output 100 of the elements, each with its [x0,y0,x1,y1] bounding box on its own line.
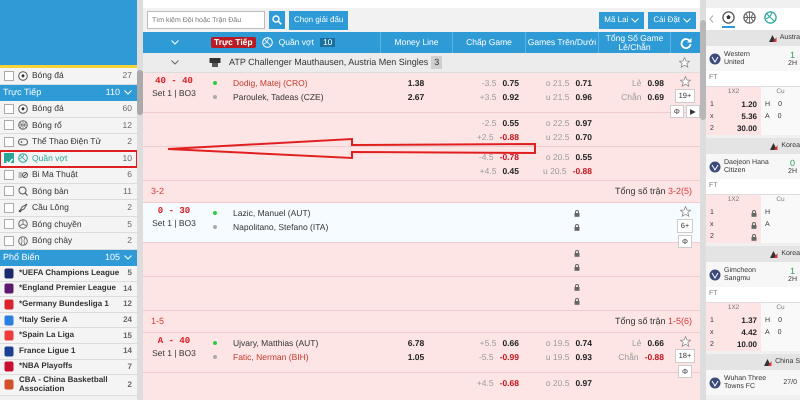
sport-name: Bóng chuyền [32,218,82,231]
sidebar-item[interactable]: Cầu Lông 2 [0,200,137,216]
sidebar-item[interactable]: Thể Thao Điện Tử 2 [0,134,137,150]
odds-value[interactable]: 0.71 [575,76,592,90]
league-item[interactable]: *UEFA Champions League 5 [0,266,137,282]
league-item[interactable]: CBA - China Basketball Association 2 [0,375,137,396]
league-logo-icon [4,330,14,342]
odds-value[interactable]: -0.88 [644,350,664,364]
odds-value[interactable]: 0.69 [647,90,664,104]
handicap-line: -5.5 [478,350,494,364]
odds-value[interactable]: 6.78 [408,336,424,350]
odds-value[interactable]: 0.55 [502,116,519,130]
odds-value[interactable]: -0.99 [500,350,519,364]
checkbox[interactable] [4,120,14,130]
total-line: o 20.5 [546,150,570,164]
sidebar-item[interactable]: Bóng rổ 12 [0,118,137,134]
odds-value[interactable]: 5.36 [741,111,757,123]
star-icon[interactable] [680,336,690,347]
odds-value[interactable]: 1.05 [408,350,424,364]
lock-icon [751,234,757,240]
item-count: 12 [123,298,132,310]
league-logo-icon [4,346,14,357]
league-item[interactable]: *Spain La Liga 15 [0,328,137,344]
odds-value[interactable]: 0.97 [575,116,592,130]
checkbox[interactable] [4,104,14,114]
star-icon[interactable] [680,76,690,87]
odds-value[interactable]: 0.55 [575,150,592,164]
league-item[interactable]: *NBA Playoffs 7 [0,360,137,376]
basketball-icon [743,10,756,24]
odds-value[interactable]: 0.66 [647,336,664,350]
odds-value[interactable]: 1.37 [741,315,757,327]
checkbox[interactable] [4,236,14,246]
player-name: Napolitano, Stefano (ITA) [233,220,328,234]
sidebar-item[interactable]: Quần vợt 10 [0,150,137,167]
chevron-down-icon[interactable] [171,60,179,65]
sidebar-item[interactable]: Bóng chày 2 [0,233,137,250]
odds-value[interactable]: -0.68 [500,376,519,390]
league-item[interactable]: France Ligue 1 14 [0,344,137,360]
odds-value[interactable]: 1.20 [741,99,757,111]
total-line: u 21.5 [546,90,570,104]
checkbox[interactable] [4,186,14,196]
sport-title: Quần vợt [278,38,314,47]
chevron-left-icon[interactable] [709,15,714,23]
refresh-icon[interactable] [680,36,692,48]
odds-value[interactable]: 10.00 [736,339,757,351]
sidebar-item[interactable]: Bóng đá 27 [0,68,137,84]
star-icon[interactable] [680,206,690,217]
odds-value[interactable]: 0.74 [575,336,592,350]
team-logo-icon [709,268,721,280]
sport-tab[interactable] [722,10,735,28]
scrollbar-thumb[interactable] [700,20,706,120]
sport-name: Cầu Lông [32,201,69,214]
odds-value[interactable]: 0.98 [647,76,664,90]
odds-value[interactable]: 0.45 [502,164,519,178]
league-logo-icon [4,268,14,279]
handicap-line: -3.5 [482,76,496,90]
sidebar-item[interactable]: Bóng bàn 11 [0,184,137,200]
odds-value[interactable]: -0.88 [572,164,592,178]
search-button[interactable] [269,11,285,29]
checkbox[interactable] [4,170,14,180]
odds-value[interactable]: 1.38 [408,76,424,90]
sidebar-item[interactable]: Bóng đá 60 [0,101,137,118]
odds-value[interactable]: 0.93 [575,350,592,364]
odds-value[interactable]: -0.78 [500,150,519,164]
odds-value[interactable]: 2.67 [408,90,424,104]
live-score: 0 - 30 [158,206,190,217]
odds-value[interactable]: -0.88 [500,130,519,144]
checkbox[interactable] [4,202,14,213]
item-count: 2 [128,378,132,391]
scrollbar-thumb[interactable] [137,70,143,115]
baseball-icon [18,236,28,246]
column-header: Games Trên/Dưới [528,38,596,47]
column-header: Chấp Game [466,38,512,47]
star-icon[interactable] [679,57,690,68]
checkbox[interactable] [4,153,14,164]
odds-value[interactable]: 4.42 [741,327,757,339]
checkbox[interactable] [4,219,14,230]
odds-value[interactable]: 0.75 [502,76,519,90]
volleyball-icon [18,219,28,230]
set-info: Set 1 | BO3 [152,217,196,230]
item-count: 10 [122,152,132,165]
item-count: 6 [127,168,132,182]
odds-value[interactable]: 0.96 [575,90,592,104]
odds-value[interactable]: 0.92 [502,90,519,104]
league-item[interactable]: *Germany Bundesliga 1 12 [0,297,137,313]
caret-icon[interactable] [631,18,640,22]
tennis-ball-icon [18,153,28,164]
sidebar-item[interactable]: Bi Ma Thuật 6 [0,167,137,184]
sidebar-item[interactable]: Bóng chuyền 5 [0,216,137,233]
odds-value[interactable]: 0.97 [575,376,592,390]
league-item[interactable]: *Italy Serie A 24 [0,312,137,328]
sport-name: Bóng bàn [32,184,68,198]
caret-icon[interactable] [683,18,691,22]
league-name: CBA - China Basketball Association [19,376,109,394]
odds-value[interactable]: 0.70 [575,130,592,144]
league-item[interactable]: *England Premier League 14 [0,282,137,298]
checkbox[interactable] [4,136,14,147]
odds-value[interactable]: 0.66 [502,336,519,350]
checkbox[interactable] [4,70,14,81]
odds-value[interactable]: 30.00 [736,123,757,135]
